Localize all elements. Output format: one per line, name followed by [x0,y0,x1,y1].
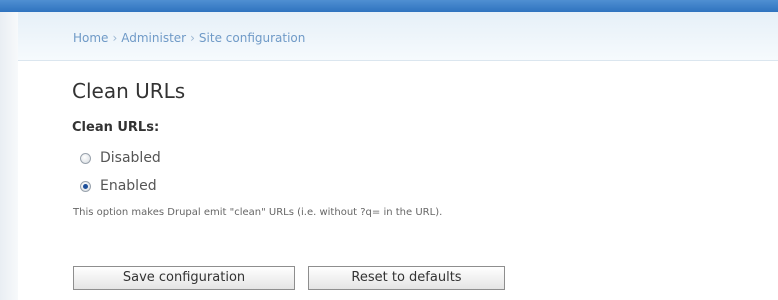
main-content: Clean URLs Clean URLs: Disabled Enabled … [18,61,778,300]
radio-label-disabled: Disabled [100,150,161,166]
save-configuration-button[interactable]: Save configuration [73,266,295,290]
reset-to-defaults-button[interactable]: Reset to defaults [308,266,505,290]
radio-enabled[interactable] [80,180,91,192]
top-bar [0,0,778,12]
radio-option-enabled[interactable]: Enabled [80,178,157,194]
left-shadow [0,12,18,300]
breadcrumb-administer-link[interactable]: Administer [121,31,186,45]
radio-label-enabled: Enabled [100,178,157,194]
breadcrumb-separator: › [190,31,195,45]
breadcrumb-separator: › [112,31,118,45]
clean-urls-label: Clean URLs: [72,120,160,135]
field-description: This option makes Drupal emit "clean" UR… [73,207,443,218]
breadcrumb: Home › Administer › Site configuration [73,31,305,45]
breadcrumb-home-link[interactable]: Home [73,31,108,45]
radio-disabled[interactable] [80,152,91,164]
page-title: Clean URLs [72,79,186,103]
radio-option-disabled[interactable]: Disabled [80,150,161,166]
page-frame: Home › Administer › Site configuration Clean… [0,0,778,300]
breadcrumb-site-configuration-link[interactable]: Site configuration [199,31,305,45]
breadcrumb-bar: Home › Administer › Site configuration [18,12,778,61]
